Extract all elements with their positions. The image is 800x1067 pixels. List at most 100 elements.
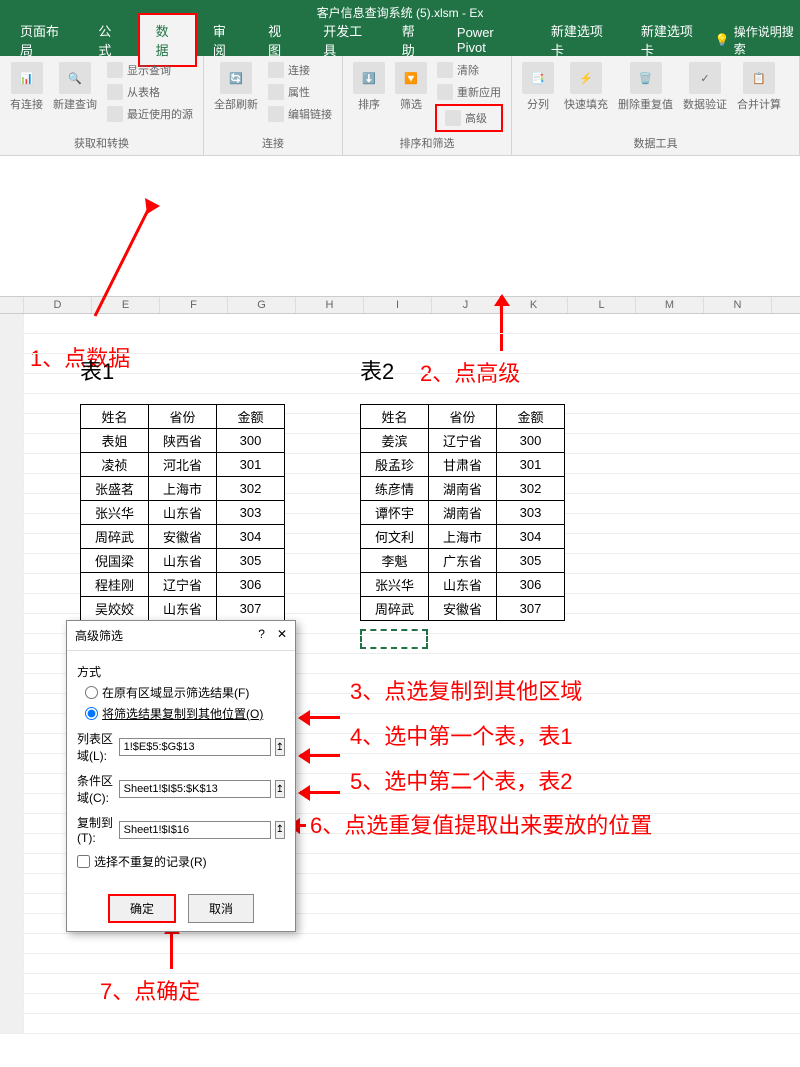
- cell[interactable]: 河北省: [149, 453, 217, 477]
- btn-text-to-columns[interactable]: 📑分列: [520, 60, 556, 114]
- range-picker-icon[interactable]: ↥: [275, 738, 285, 756]
- cell[interactable]: 倪国梁: [81, 549, 149, 573]
- cell[interactable]: 300: [217, 429, 285, 453]
- cell[interactable]: 上海市: [429, 525, 497, 549]
- cell[interactable]: 张兴华: [81, 501, 149, 525]
- unique-records-checkbox[interactable]: 选择不重复的记录(R): [77, 853, 285, 870]
- col-header[interactable]: L: [568, 297, 636, 313]
- col-header[interactable]: G: [228, 297, 296, 313]
- btn-properties[interactable]: 属性: [266, 82, 334, 102]
- table2[interactable]: 姓名省份金额 姜滨辽宁省300殷孟珍甘肃省301练彦情湖南省302谭怀宇湖南省3…: [360, 404, 565, 621]
- help-icon[interactable]: ?: [258, 627, 265, 644]
- cell[interactable]: 安徽省: [429, 597, 497, 621]
- btn-edit-links[interactable]: 编辑链接: [266, 104, 334, 124]
- cell[interactable]: 303: [497, 501, 565, 525]
- radio-filter-in-place[interactable]: 在原有区域显示筛选结果(F): [85, 684, 285, 701]
- cell[interactable]: 凌祯: [81, 453, 149, 477]
- cell[interactable]: 陕西省: [149, 429, 217, 453]
- cell[interactable]: 李魁: [361, 549, 429, 573]
- cell[interactable]: 张盛茗: [81, 477, 149, 501]
- copy-to-input[interactable]: [119, 821, 271, 839]
- cell[interactable]: 周碎武: [361, 597, 429, 621]
- table-row[interactable]: 李魁广东省305: [361, 549, 565, 573]
- cell[interactable]: 谭怀宇: [361, 501, 429, 525]
- ok-button[interactable]: 确定: [108, 894, 176, 923]
- cell[interactable]: 山东省: [429, 573, 497, 597]
- cell[interactable]: 程桂刚: [81, 573, 149, 597]
- btn-filter[interactable]: 🔽筛选: [393, 60, 429, 114]
- cell[interactable]: 山东省: [149, 501, 217, 525]
- radio-input-inplace[interactable]: [85, 686, 98, 699]
- cell[interactable]: 安徽省: [149, 525, 217, 549]
- table-row[interactable]: 周碎武安徽省304: [81, 525, 285, 549]
- table-row[interactable]: 周碎武安徽省307: [361, 597, 565, 621]
- table-row[interactable]: 张盛茗上海市302: [81, 477, 285, 501]
- col-header[interactable]: I: [364, 297, 432, 313]
- cell[interactable]: 周碎武: [81, 525, 149, 549]
- tab-powerpivot[interactable]: Power Pivot: [441, 19, 535, 61]
- btn-flash-fill[interactable]: ⚡快速填充: [562, 60, 610, 114]
- cell[interactable]: 吴姣姣: [81, 597, 149, 621]
- table-row[interactable]: 张兴华山东省306: [361, 573, 565, 597]
- btn-show-queries[interactable]: 显示查询: [105, 60, 195, 80]
- cell[interactable]: 302: [217, 477, 285, 501]
- table-row[interactable]: 程桂刚辽宁省306: [81, 573, 285, 597]
- btn-sort[interactable]: ⬇️排序: [351, 60, 387, 114]
- range-picker-icon[interactable]: ↥: [275, 780, 285, 798]
- table-row[interactable]: 谭怀宇湖南省303: [361, 501, 565, 525]
- cancel-button[interactable]: 取消: [188, 894, 254, 923]
- btn-consolidate[interactable]: 📋合并计算: [735, 60, 783, 114]
- cell[interactable]: 306: [497, 573, 565, 597]
- btn-reapply[interactable]: 重新应用: [435, 82, 503, 102]
- checkbox-input[interactable]: [77, 855, 90, 868]
- col-header[interactable]: H: [296, 297, 364, 313]
- cell[interactable]: 301: [217, 453, 285, 477]
- table-row[interactable]: 吴姣姣山东省307: [81, 597, 285, 621]
- btn-advanced-filter[interactable]: 高级: [435, 104, 503, 132]
- radio-copy-to-other[interactable]: 将筛选结果复制到其他位置(O): [85, 705, 285, 722]
- btn-data-validation[interactable]: ✓数据验证: [681, 60, 729, 114]
- cell[interactable]: 301: [497, 453, 565, 477]
- cell[interactable]: 山东省: [149, 597, 217, 621]
- cell[interactable]: 303: [217, 501, 285, 525]
- table-row[interactable]: 练彦情湖南省302: [361, 477, 565, 501]
- cell[interactable]: 辽宁省: [429, 429, 497, 453]
- cell[interactable]: 302: [497, 477, 565, 501]
- btn-existing-connections[interactable]: 📊有连接: [8, 60, 45, 114]
- table1[interactable]: 姓名省份金额 表姐陕西省300凌祯河北省301张盛茗上海市302张兴华山东省30…: [80, 404, 285, 621]
- cell[interactable]: 姜滨: [361, 429, 429, 453]
- cell[interactable]: 305: [497, 549, 565, 573]
- cell[interactable]: 殷孟珍: [361, 453, 429, 477]
- table-row[interactable]: 凌祯河北省301: [81, 453, 285, 477]
- table-row[interactable]: 何文利上海市304: [361, 525, 565, 549]
- cell[interactable]: 湖南省: [429, 501, 497, 525]
- col-header[interactable]: K: [500, 297, 568, 313]
- cell[interactable]: 何文利: [361, 525, 429, 549]
- btn-new-query[interactable]: 🔍新建查询: [51, 60, 99, 114]
- btn-connections[interactable]: 连接: [266, 60, 334, 80]
- cell[interactable]: 山东省: [149, 549, 217, 573]
- cell[interactable]: 304: [217, 525, 285, 549]
- table-row[interactable]: 姜滨辽宁省300: [361, 429, 565, 453]
- close-icon[interactable]: ✕: [277, 627, 287, 644]
- cell[interactable]: 湖南省: [429, 477, 497, 501]
- cell[interactable]: 307: [217, 597, 285, 621]
- cell[interactable]: 307: [497, 597, 565, 621]
- table-row[interactable]: 张兴华山东省303: [81, 501, 285, 525]
- tell-me-search[interactable]: 操作说明搜索: [715, 23, 796, 57]
- cell[interactable]: 辽宁省: [149, 573, 217, 597]
- criteria-range-input[interactable]: [119, 780, 271, 798]
- btn-from-table[interactable]: 从表格: [105, 82, 195, 102]
- cell[interactable]: 305: [217, 549, 285, 573]
- cell[interactable]: 广东省: [429, 549, 497, 573]
- cell[interactable]: 张兴华: [361, 573, 429, 597]
- btn-remove-duplicates[interactable]: 🗑️删除重复值: [616, 60, 675, 114]
- table-row[interactable]: 倪国梁山东省305: [81, 549, 285, 573]
- col-header[interactable]: D: [24, 297, 92, 313]
- range-picker-icon[interactable]: ↥: [275, 821, 285, 839]
- cell[interactable]: 306: [217, 573, 285, 597]
- cell[interactable]: 304: [497, 525, 565, 549]
- col-header[interactable]: N: [704, 297, 772, 313]
- radio-input-copy[interactable]: [85, 707, 98, 720]
- cell[interactable]: 表姐: [81, 429, 149, 453]
